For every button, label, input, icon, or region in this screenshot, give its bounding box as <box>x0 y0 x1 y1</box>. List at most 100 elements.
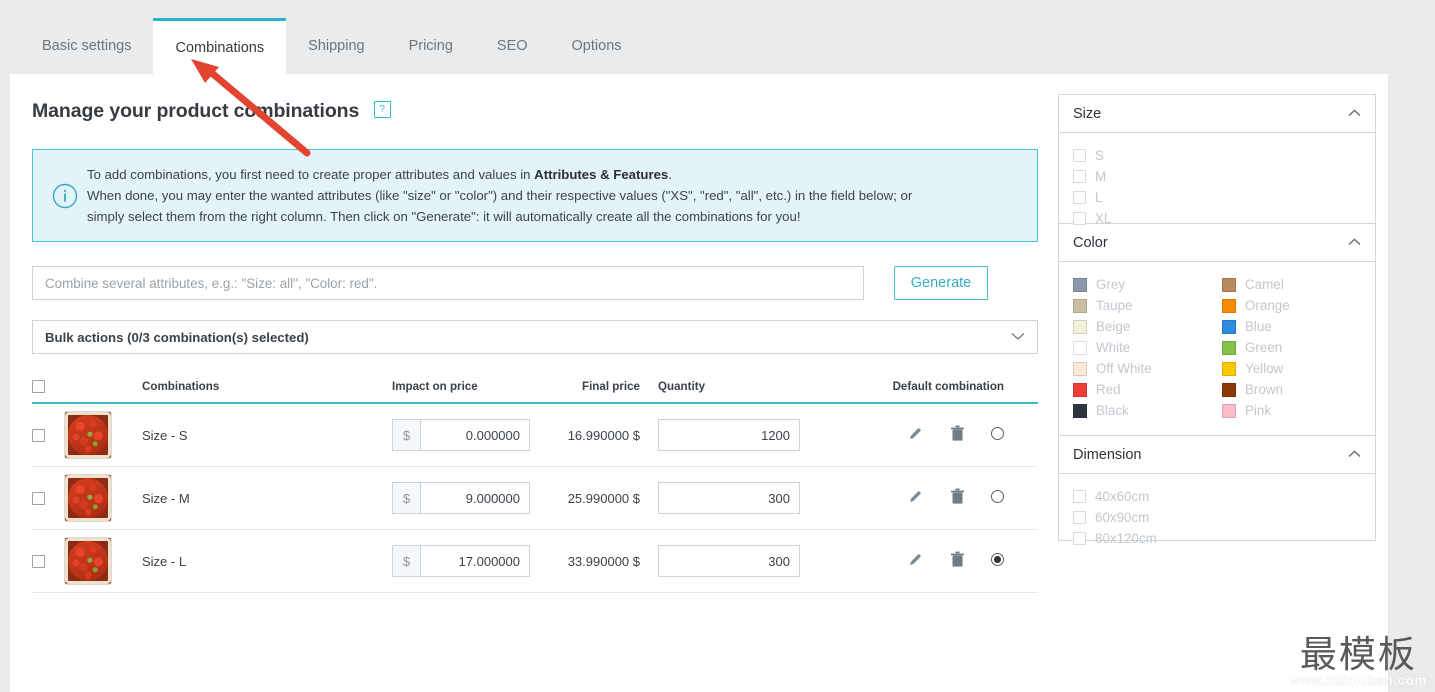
checkbox[interactable] <box>1073 212 1086 225</box>
combine-attributes-input[interactable] <box>32 266 864 300</box>
attributes-sidebar: Size S M L XL Color Grey Camel Taupe Ora… <box>1058 94 1376 546</box>
row-quantity-cell <box>650 482 810 514</box>
row-impact-cell: $ <box>392 482 542 514</box>
color-swatch <box>1222 403 1236 418</box>
product-thumbnail <box>64 537 112 585</box>
generate-button[interactable]: Generate <box>894 266 988 300</box>
select-all-cell <box>32 379 64 393</box>
accordion-dimension-header[interactable]: Dimension <box>1059 436 1375 474</box>
color-option-black[interactable]: Black <box>1073 400 1212 421</box>
color-option-brown[interactable]: Brown <box>1222 379 1361 400</box>
color-option-beige[interactable]: Beige <box>1073 316 1212 337</box>
delete-icon[interactable] <box>950 551 965 568</box>
select-all-checkbox[interactable] <box>32 379 45 393</box>
checkbox[interactable] <box>1073 191 1086 204</box>
checkbox[interactable] <box>1073 490 1086 503</box>
accordion-size: Size S M L XL <box>1058 94 1376 226</box>
row-checkbox[interactable] <box>32 554 45 568</box>
accordion-color-header[interactable]: Color <box>1059 224 1375 262</box>
bulk-actions-dropdown[interactable]: Bulk actions (0/3 combination(s) selecte… <box>32 320 1038 354</box>
alert-line-1-pre: To add combinations, you first need to c… <box>87 167 535 182</box>
tab-pricing[interactable]: Pricing <box>387 18 475 74</box>
color-option-yellow[interactable]: Yellow <box>1222 358 1361 379</box>
delete-icon[interactable] <box>950 488 965 505</box>
accordion-color: Color Grey Camel Taupe Orange Beige Blue… <box>1058 224 1376 436</box>
edit-icon[interactable] <box>907 551 924 568</box>
row-final-price: 33.990000 $ <box>567 553 640 569</box>
edit-icon[interactable] <box>907 488 924 505</box>
color-option-taupe[interactable]: Taupe <box>1073 295 1212 316</box>
impact-price-input[interactable] <box>420 419 530 451</box>
tab-options[interactable]: Options <box>550 18 644 74</box>
impact-price-input[interactable] <box>420 545 530 577</box>
checkbox[interactable] <box>1073 170 1086 183</box>
quantity-input[interactable] <box>658 482 800 514</box>
color-option-white[interactable]: White <box>1073 337 1212 358</box>
checkbox[interactable] <box>1073 149 1086 162</box>
app-root: Basic settings Combinations Shipping Pri… <box>0 0 1435 692</box>
tab-label: Pricing <box>408 38 453 54</box>
size-option-m[interactable]: M <box>1073 166 1361 187</box>
row-actions-cell <box>810 425 1038 445</box>
quantity-input[interactable] <box>658 545 800 577</box>
color-option-green[interactable]: Green <box>1222 337 1361 358</box>
color-option-orange[interactable]: Orange <box>1222 295 1361 316</box>
checkbox[interactable] <box>1073 511 1086 524</box>
size-option-s[interactable]: S <box>1073 145 1361 166</box>
header-final-price: Final price <box>582 379 640 393</box>
tab-shipping[interactable]: Shipping <box>286 18 386 74</box>
alert-line-1: To add combinations, you first need to c… <box>87 164 912 185</box>
option-label: S <box>1095 148 1104 163</box>
option-label: Green <box>1245 340 1283 355</box>
color-option-grey[interactable]: Grey <box>1073 274 1212 295</box>
default-combination-radio[interactable] <box>991 553 1004 566</box>
color-option-blue[interactable]: Blue <box>1222 316 1361 337</box>
color-swatch <box>1222 277 1236 292</box>
dimension-option-40x60[interactable]: 40x60cm <box>1073 486 1361 507</box>
row-thumbnail-cell <box>64 411 142 459</box>
color-swatch <box>1222 382 1236 397</box>
tab-combinations[interactable]: Combinations <box>153 18 287 74</box>
tab-basic-settings[interactable]: Basic settings <box>20 18 153 74</box>
accordion-size-header[interactable]: Size <box>1059 95 1375 133</box>
dimension-option-80x120[interactable]: 80x120cm <box>1073 528 1361 549</box>
checkbox[interactable] <box>1073 532 1086 545</box>
quantity-input[interactable] <box>658 419 800 451</box>
row-checkbox[interactable] <box>32 491 45 505</box>
color-option-off-white[interactable]: Off White <box>1073 358 1212 379</box>
generate-row: Generate <box>32 266 1038 300</box>
option-label: XL <box>1095 211 1112 226</box>
option-label: Grey <box>1096 277 1126 292</box>
row-checkbox[interactable] <box>32 428 45 442</box>
help-icon[interactable]: ? <box>373 101 391 118</box>
edit-icon[interactable] <box>907 425 924 442</box>
page-title: Manage your product combinations <box>32 100 360 122</box>
default-combination-radio[interactable] <box>991 427 1004 440</box>
row-combination-name: Size - L <box>142 553 187 569</box>
option-label: Camel <box>1245 277 1284 292</box>
row-select-cell <box>32 428 64 442</box>
row-actions-cell <box>810 488 1038 508</box>
color-swatch <box>1073 382 1087 397</box>
row-impact-cell: $ <box>392 545 542 577</box>
default-combination-radio[interactable] <box>991 490 1004 503</box>
dimension-option-60x90[interactable]: 60x90cm <box>1073 507 1361 528</box>
color-option-grid: Grey Camel Taupe Orange Beige Blue White… <box>1073 274 1361 421</box>
color-swatch <box>1073 403 1087 418</box>
impact-price-input[interactable] <box>420 482 530 514</box>
row-final-price: 16.990000 $ <box>567 427 640 443</box>
tab-seo[interactable]: SEO <box>475 18 550 74</box>
color-option-red[interactable]: Red <box>1073 379 1212 400</box>
delete-icon[interactable] <box>950 425 965 442</box>
row-thumbnail-cell <box>64 474 142 522</box>
color-option-camel[interactable]: Camel <box>1222 274 1361 295</box>
option-label: Pink <box>1245 403 1272 418</box>
tab-label: SEO <box>496 38 528 54</box>
color-option-pink[interactable]: Pink <box>1222 400 1361 421</box>
size-option-l[interactable]: L <box>1073 187 1361 208</box>
attributes-features-link[interactable]: Attributes & Features <box>534 167 668 182</box>
chevron-up-icon <box>1348 108 1361 120</box>
color-swatch <box>1222 319 1236 334</box>
table-row: Size - M $ 25.990000 $ <box>32 467 1038 530</box>
product-thumbnail <box>64 411 112 459</box>
